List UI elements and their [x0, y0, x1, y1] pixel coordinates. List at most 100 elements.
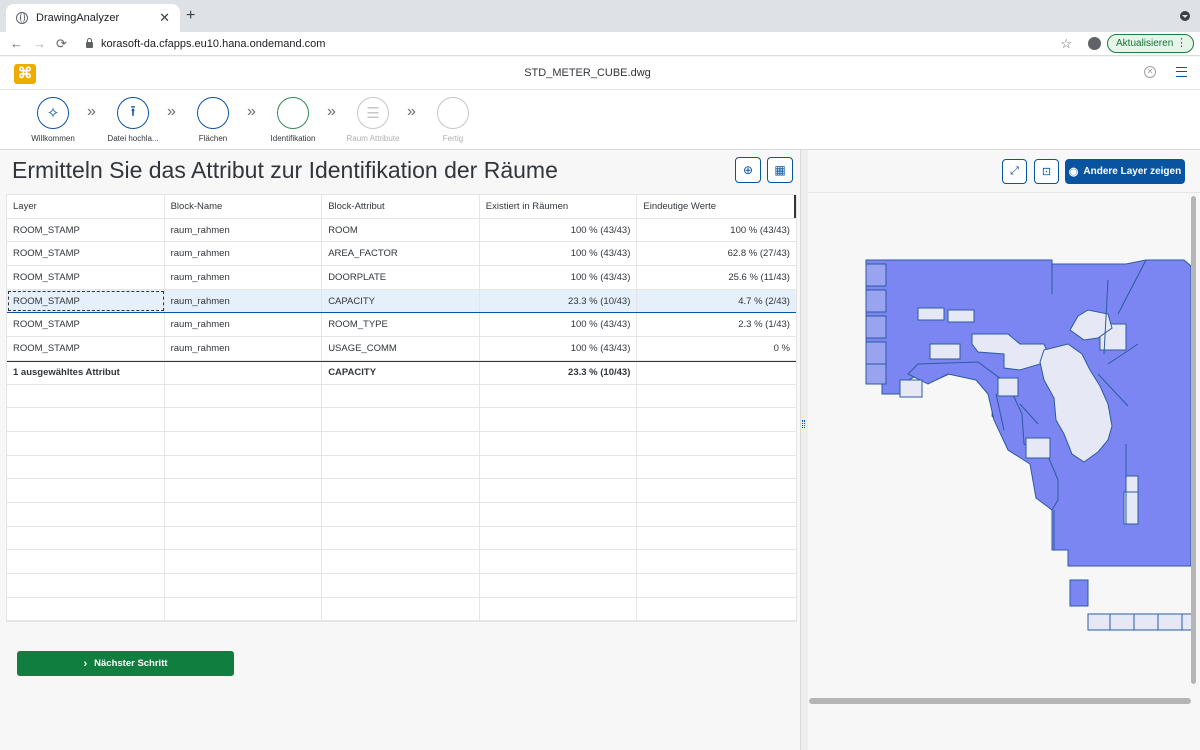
- empty-cell: [637, 456, 796, 479]
- cell-block-name: raum_rahmen: [165, 337, 323, 360]
- show-other-layers-button[interactable]: ◉ Andere Layer zeigen: [1065, 159, 1185, 184]
- empty-table-row: [7, 526, 796, 551]
- empty-cell: [322, 408, 480, 431]
- empty-cell: [480, 408, 638, 431]
- table-row[interactable]: ROOM_STAMP raum_rahmen ROOM_TYPE 100 % (43/…: [7, 313, 796, 338]
- table-row[interactable]: ROOM_STAMP raum_rahmen ROOM 100 % (43/43) 10…: [7, 218, 796, 243]
- wizard-step-willkommen[interactable]: ✧ Willkommen: [13, 97, 93, 143]
- vertical-scrollbar[interactable]: [1191, 196, 1196, 684]
- zoom-in-button[interactable]: ⊕: [735, 157, 761, 183]
- empty-cell: [7, 408, 165, 431]
- url-field[interactable]: korasoft-da.cfapps.eu10.hana.ondemand.co…: [78, 34, 1080, 54]
- wizard-step-flaechen[interactable]: Flächen: [173, 97, 253, 143]
- chevron-right-icon: ›: [83, 657, 88, 670]
- cell-unique-values: 100 % (43/43): [730, 224, 790, 236]
- wizard-step-upload[interactable]: ⭱ Datei hochla...: [93, 97, 173, 143]
- floor-plan-room: [899, 379, 923, 398]
- floor-plan-room: [1157, 613, 1183, 631]
- cell-block-name: raum_rahmen: [165, 218, 323, 242]
- cell-block-attribute: ROOM: [322, 218, 480, 242]
- empty-cell: [165, 408, 323, 431]
- app-shell-bar: ⌘ STD_METER_CUBE.dwg ✕: [0, 57, 1200, 90]
- table-row[interactable]: ROOM_STAMP raum_rahmen DOORPLATE 100 % (43/…: [7, 266, 796, 290]
- table-row[interactable]: ROOM_STAMP raum_rahmen CAPACITY 23.3 % (10/…: [7, 289, 796, 314]
- column-header-exists-in-rooms[interactable]: Existiert in Räumen: [480, 195, 638, 218]
- tab-search-icon[interactable]: [1180, 11, 1190, 21]
- floor-plan-drawing[interactable]: [808, 194, 1193, 694]
- empty-cell: [480, 455, 638, 479]
- forward-icon[interactable]: →: [33, 36, 46, 51]
- browser-menu-icon[interactable]: ⋮: [1176, 36, 1187, 49]
- reload-icon[interactable]: ⟳: [56, 36, 67, 52]
- wizard-step-label: Datei hochla...: [107, 134, 159, 143]
- address-bar: ← → ⟳ korasoft-da.cfapps.eu10.hana.ondem…: [0, 32, 1200, 56]
- empty-cell: [637, 479, 796, 502]
- next-step-button[interactable]: › Nächster Schritt: [17, 651, 234, 676]
- browser-tab-bar: DrawingAnalyzer ✕ +: [0, 0, 1200, 32]
- empty-cell: [480, 384, 638, 408]
- empty-table-row: [7, 502, 796, 527]
- close-tab-icon[interactable]: ✕: [159, 10, 170, 26]
- empty-cell: [480, 550, 638, 573]
- empty-cell: [322, 455, 480, 479]
- empty-cell: [165, 455, 323, 479]
- attribute-panel: Ermitteln Sie das Attribut zur Identifik…: [0, 150, 800, 750]
- column-header-unique-values[interactable]: Eindeutige Werte: [637, 195, 796, 218]
- floor-plan-canvas[interactable]: [808, 194, 1193, 694]
- close-document-icon[interactable]: ✕: [1144, 66, 1156, 78]
- wizard-step-label: Willkommen: [31, 134, 75, 143]
- empty-cell: [322, 597, 480, 621]
- wizard-step-label: Flächen: [198, 134, 228, 143]
- empty-cell: [322, 479, 480, 502]
- expand-icon: ⤢: [1010, 165, 1019, 177]
- empty-cell: [322, 384, 480, 408]
- column-header-block-attribute[interactable]: Block-Attribut: [322, 195, 480, 218]
- empty-cell: [165, 574, 323, 597]
- empty-cell: [480, 574, 638, 597]
- table-settings-button[interactable]: ▦: [767, 157, 793, 183]
- eye-icon: ◉: [1068, 166, 1079, 178]
- cell-exists-in-rooms: 100 % (43/43): [480, 313, 638, 337]
- empty-cell: [637, 598, 796, 621]
- table-row[interactable]: ROOM_STAMP raum_rahmen USAGE_COMM 100 % (43…: [7, 337, 796, 361]
- step-circle: [197, 97, 229, 129]
- browser-tab[interactable]: DrawingAnalyzer ✕: [6, 4, 180, 32]
- empty-cell: [165, 526, 323, 550]
- update-button[interactable]: Aktualisieren ⋮: [1107, 34, 1194, 53]
- empty-cell: [165, 384, 323, 408]
- summary-selected-count: 1 ausgewähltes Attribut: [7, 361, 165, 384]
- empty-cell: [7, 431, 165, 455]
- viewer-toolbar: ⤢ ⊡ ◉ Andere Layer zeigen: [808, 150, 1200, 193]
- cell-exists-in-rooms: 100 % (43/43): [480, 218, 638, 242]
- empty-table-row: [7, 479, 796, 503]
- empty-cell: [480, 431, 638, 455]
- empty-cell: [637, 408, 796, 431]
- expand-button[interactable]: ⤢: [1002, 159, 1027, 184]
- splitter-grip-icon[interactable]: [802, 420, 805, 428]
- list-icon: ☰: [357, 97, 389, 129]
- back-icon[interactable]: ←: [10, 36, 23, 51]
- floor-plan-room: [997, 377, 1019, 397]
- wizard-step-identifikation[interactable]: Identifikation: [253, 97, 333, 143]
- column-header-layer[interactable]: Layer: [7, 195, 165, 218]
- new-tab-button[interactable]: +: [186, 7, 195, 25]
- step-circle: [277, 97, 309, 129]
- empty-cell: [322, 502, 480, 526]
- bookmark-star-icon[interactable]: ☆: [1060, 36, 1072, 52]
- empty-cell: [7, 526, 165, 550]
- table-row[interactable]: ROOM_STAMP raum_rahmen AREA_FACTOR 100 % (4…: [7, 242, 796, 267]
- empty-cell: [165, 550, 323, 573]
- floor-plan-room: [865, 341, 887, 365]
- horizontal-scrollbar[interactable]: [809, 698, 1191, 704]
- fit-view-button[interactable]: ⊡: [1034, 159, 1059, 184]
- cell-unique-values: 25.6 % (11/43): [728, 271, 790, 283]
- summary-exists: 23.3 % (10/43): [480, 361, 638, 384]
- column-header-block-name[interactable]: Block-Name: [165, 195, 323, 218]
- empty-cell: [480, 597, 638, 621]
- empty-cell: [7, 479, 165, 502]
- menu-icon[interactable]: [1176, 67, 1187, 77]
- panel-splitter[interactable]: [800, 150, 808, 750]
- cell-block-name: raum_rahmen: [165, 313, 323, 337]
- empty-cell: [637, 550, 796, 573]
- profile-avatar-icon[interactable]: [1088, 37, 1101, 50]
